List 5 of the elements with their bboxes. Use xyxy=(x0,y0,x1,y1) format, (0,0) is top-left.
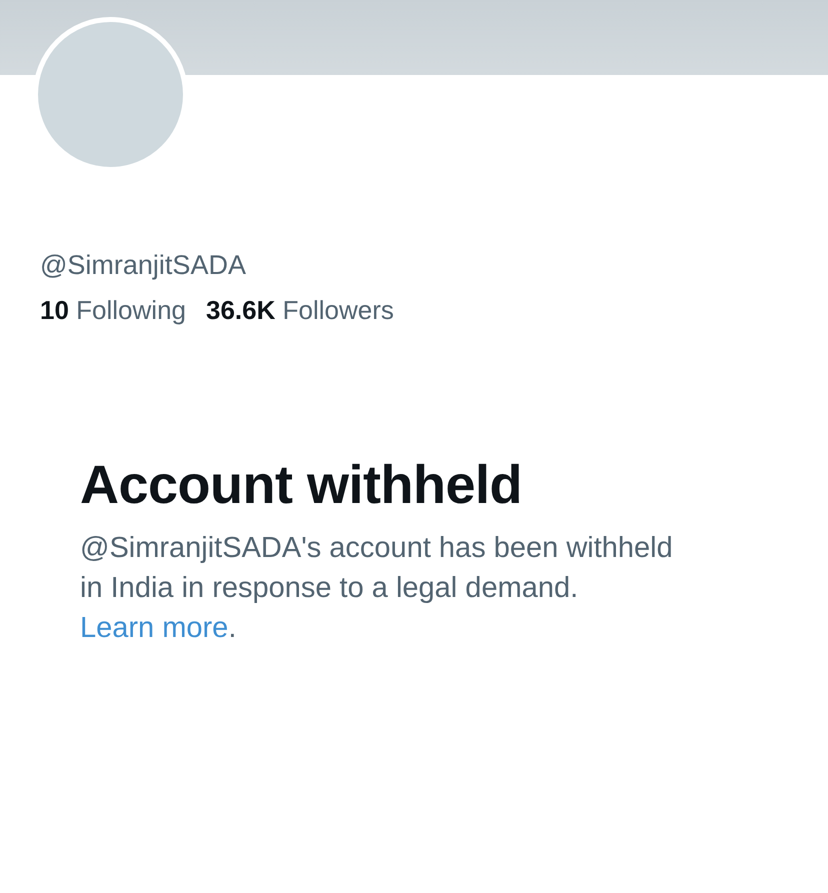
notice-title: Account withheld xyxy=(80,454,523,516)
notice-text: @SimranjitSADA's account has been withheld in India in response to a legal demand. Learn more. xyxy=(80,531,674,646)
stat-link[interactable]: 36.6K Followers xyxy=(206,295,394,326)
username-handle: @SimranjitSADA xyxy=(40,250,247,281)
stat-link[interactable]: 10 Following xyxy=(40,295,186,326)
